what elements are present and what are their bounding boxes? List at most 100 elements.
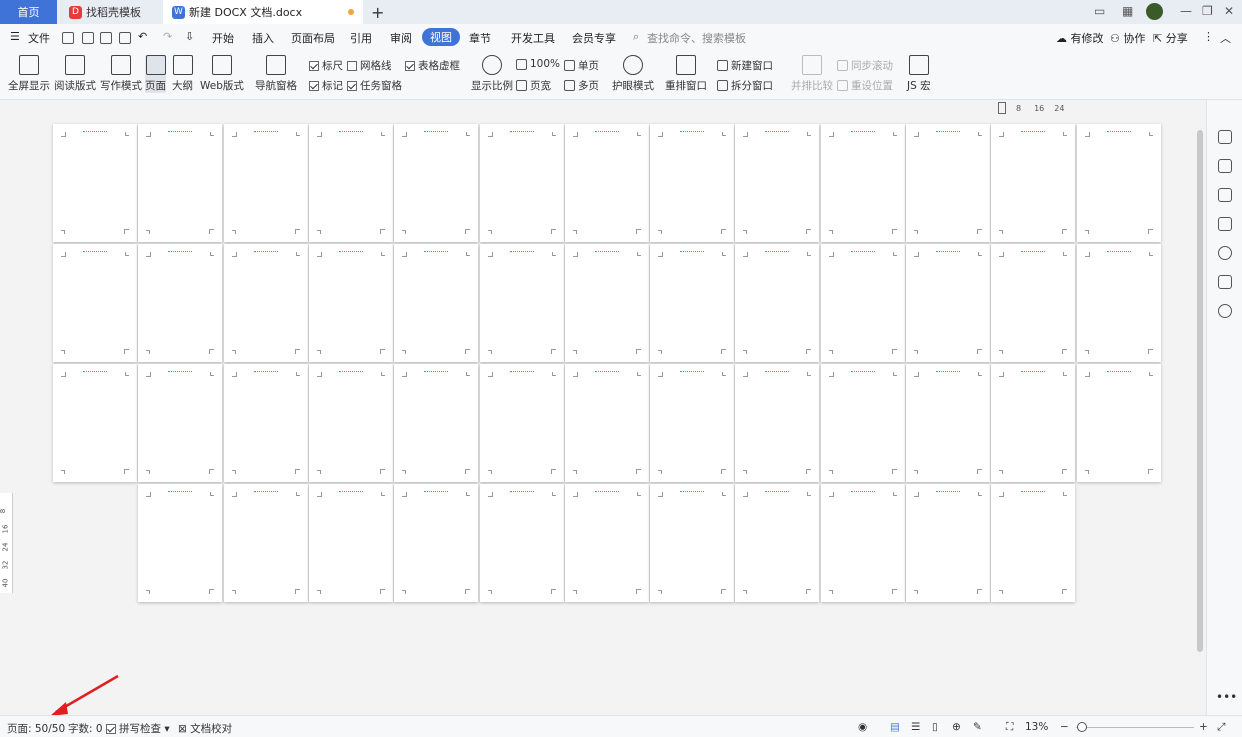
page-thumbnail[interactable] xyxy=(735,244,820,362)
close-icon[interactable]: ✕ xyxy=(1224,4,1234,18)
eye-mode-button[interactable]: 护眼模式 xyxy=(612,55,654,93)
page-thumbnail[interactable] xyxy=(308,364,393,482)
page-thumbnail[interactable] xyxy=(650,484,735,602)
page-thumbnail[interactable] xyxy=(479,124,564,242)
web-layout-button[interactable]: Web版式 xyxy=(200,55,244,93)
menu-layout[interactable]: 页面布局 xyxy=(291,30,335,46)
page-thumbnail[interactable] xyxy=(138,364,223,482)
page-thumbnail[interactable] xyxy=(735,484,820,602)
arrange-window-button[interactable]: 重排窗口 xyxy=(665,55,707,93)
fullscreen-button[interactable]: 全屏显示 xyxy=(8,55,50,93)
word-count[interactable]: 字数: 0 xyxy=(68,721,103,736)
page-thumbnail[interactable] xyxy=(223,124,308,242)
page-thumbnail[interactable] xyxy=(564,124,649,242)
page-thumbnail[interactable] xyxy=(1076,364,1161,482)
page-thumbnail[interactable] xyxy=(223,484,308,602)
zoom-in-icon[interactable]: + xyxy=(1199,721,1208,733)
menu-member[interactable]: 会员专享 xyxy=(572,30,616,46)
menu-chapter[interactable]: 章节 xyxy=(469,30,491,46)
nav-pane-button[interactable]: 导航窗格 xyxy=(255,55,297,93)
page-thumbnail[interactable] xyxy=(223,244,308,362)
menu-file[interactable]: 文件 xyxy=(28,30,50,46)
page-count[interactable]: 页面: 50/50 xyxy=(7,721,65,736)
zoom-slider-handle[interactable] xyxy=(1077,722,1087,732)
image-settings-icon[interactable] xyxy=(1218,275,1232,289)
reset-position-button[interactable]: 重设位置 xyxy=(837,78,893,93)
vertical-ruler[interactable]: 8 16 24 32 40 xyxy=(0,493,13,593)
page-width-button[interactable]: 页宽 xyxy=(516,78,551,93)
more-icon[interactable]: ⋮ xyxy=(1203,30,1214,43)
page-thumbnail[interactable] xyxy=(564,244,649,362)
spell-check-button[interactable]: 拼写检查 ▾ xyxy=(106,721,170,736)
zoom-button[interactable]: 显示比例 xyxy=(471,55,513,93)
marks-checkbox[interactable]: 标记 xyxy=(309,78,343,93)
new-window-button[interactable]: 新建窗口 xyxy=(717,58,773,73)
page-thumbnail[interactable] xyxy=(138,484,223,602)
scrollbar-thumb[interactable] xyxy=(1197,130,1203,652)
has-changes-button[interactable]: ☁ 有修改 xyxy=(1056,30,1104,46)
page-thumbnail[interactable] xyxy=(906,244,990,362)
more-options-icon[interactable]: ••• xyxy=(1216,690,1237,704)
single-page-button[interactable]: 单页 xyxy=(564,58,599,73)
layout-icon[interactable]: ▭ xyxy=(1094,4,1105,18)
tab-template[interactable]: D 找稻壳模板 xyxy=(59,0,162,24)
page-thumbnail[interactable] xyxy=(906,124,990,242)
table-gridlines-checkbox[interactable]: 表格虚框 xyxy=(405,58,460,73)
reading-layout-button[interactable]: 阅读版式 xyxy=(54,55,96,93)
writing-mode-button[interactable]: 写作模式 xyxy=(100,55,142,93)
zoom-100-button[interactable]: 100% xyxy=(516,58,560,70)
new-tab-button[interactable]: + xyxy=(371,3,384,22)
page-thumbnail[interactable] xyxy=(53,364,137,482)
task-pane-checkbox[interactable]: 任务窗格 xyxy=(347,78,402,93)
page-thumbnail[interactable] xyxy=(650,364,735,482)
menu-developer[interactable]: 开发工具 xyxy=(511,30,555,46)
avatar[interactable] xyxy=(1146,3,1163,20)
page-thumbnail[interactable] xyxy=(138,124,223,242)
zoom-level[interactable]: 13% xyxy=(1025,721,1048,733)
undo-icon[interactable]: ↶ xyxy=(138,30,147,43)
page-thumbnail[interactable] xyxy=(479,364,564,482)
split-window-button[interactable]: 拆分窗口 xyxy=(717,78,773,93)
page-thumbnail[interactable] xyxy=(735,364,820,482)
page-thumbnail[interactable] xyxy=(650,244,735,362)
hamburger-icon[interactable]: ☰ xyxy=(10,30,20,43)
zoom-slider[interactable] xyxy=(1076,727,1194,728)
multi-page-button[interactable]: 多页 xyxy=(564,78,599,93)
page-thumbnail[interactable] xyxy=(223,364,308,482)
page-thumbnail[interactable] xyxy=(308,484,393,602)
menu-review[interactable]: 审阅 xyxy=(390,30,412,46)
page-thumbnail[interactable] xyxy=(479,484,564,602)
collapse-ribbon-icon[interactable]: ︿ xyxy=(1220,30,1231,46)
page-thumbnail[interactable] xyxy=(53,124,137,242)
page-thumbnail[interactable] xyxy=(394,124,479,242)
fullscreen-icon[interactable]: ⤢ xyxy=(1217,721,1225,734)
restore-icon[interactable]: ❐ xyxy=(1202,4,1213,18)
page-thumbnail[interactable] xyxy=(479,244,564,362)
sync-scroll-button[interactable]: 同步滚动 xyxy=(837,58,893,73)
zoom-out-icon[interactable]: − xyxy=(1060,721,1069,733)
page-thumbnail[interactable] xyxy=(820,124,905,242)
page-thumbnail[interactable] xyxy=(564,364,649,482)
page-thumbnail[interactable] xyxy=(735,124,820,242)
page-thumbnail[interactable] xyxy=(820,484,905,602)
page-thumbnail[interactable] xyxy=(991,244,1076,362)
help-icon[interactable] xyxy=(1218,246,1232,260)
js-macro-button[interactable]: JS 宏 xyxy=(907,55,931,93)
minimize-icon[interactable]: — xyxy=(1180,4,1192,18)
page-thumbnail[interactable] xyxy=(820,364,905,482)
collab-button[interactable]: ⚇ 协作 xyxy=(1110,30,1145,46)
export-icon[interactable] xyxy=(82,32,94,44)
print-icon[interactable] xyxy=(100,32,112,44)
location-icon[interactable] xyxy=(1218,304,1232,318)
document-canvas[interactable] xyxy=(14,116,1194,714)
side-by-side-button[interactable]: 并排比较 xyxy=(791,55,833,93)
page-view-button[interactable]: 页面 xyxy=(145,55,166,93)
save-icon[interactable] xyxy=(62,32,74,44)
page-thumbnail[interactable] xyxy=(394,364,479,482)
web-view-icon[interactable]: ⊕ xyxy=(952,721,961,733)
cursor-icon[interactable] xyxy=(1218,188,1232,202)
page-view-icon[interactable]: ▤ xyxy=(890,721,900,733)
page-thumbnail[interactable] xyxy=(1076,124,1161,242)
rocket-icon[interactable] xyxy=(1218,130,1232,144)
tab-document[interactable]: W 新建 DOCX 文档.docx xyxy=(163,0,363,24)
